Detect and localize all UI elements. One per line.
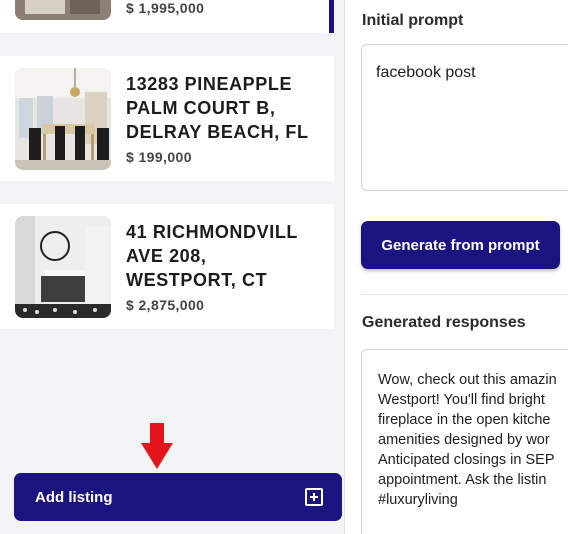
listing-thumbnail: [15, 216, 111, 318]
arrow-down-icon: [141, 423, 173, 469]
selected-indicator: [329, 0, 334, 33]
listing-thumbnail: [15, 68, 111, 170]
listing-price: $ 199,000: [126, 149, 192, 165]
add-listing-button[interactable]: Add listing: [14, 473, 342, 521]
listing-title: 41 RICHMONDVILL AVE 208, WESTPORT, CT: [126, 222, 299, 290]
plus-square-icon: [305, 488, 323, 506]
prompt-input[interactable]: facebook post: [361, 44, 568, 191]
add-listing-label: Add listing: [35, 488, 113, 506]
divider: [361, 294, 568, 295]
generated-responses-label: Generated responses: [362, 314, 526, 331]
listing-card[interactable]: 13283 PINEAPPLE PALM COURT B, DELRAY BEA…: [0, 56, 334, 181]
listing-thumbnail: [15, 0, 111, 20]
listings-panel: $ 1,995,000 13283 PINEAPPLE PALM COURT B…: [0, 0, 345, 534]
generated-response-text[interactable]: Wow, check out this amazin Westport! You…: [361, 349, 568, 534]
listing-card[interactable]: 41 RICHMONDVILL AVE 208, WESTPORT, CT $ …: [0, 204, 334, 329]
initial-prompt-label: Initial prompt: [362, 12, 464, 29]
generate-from-prompt-button[interactable]: Generate from prompt: [361, 221, 560, 269]
prompt-value: facebook post: [376, 64, 476, 81]
prompt-panel: Initial prompt facebook post Generate fr…: [346, 0, 568, 534]
listing-price: $ 2,875,000: [126, 297, 205, 313]
listing-title: 13283 PINEAPPLE PALM COURT B, DELRAY BEA…: [126, 74, 309, 142]
listing-card[interactable]: $ 1,995,000: [0, 0, 334, 33]
listing-price: $ 1,995,000: [126, 0, 205, 16]
